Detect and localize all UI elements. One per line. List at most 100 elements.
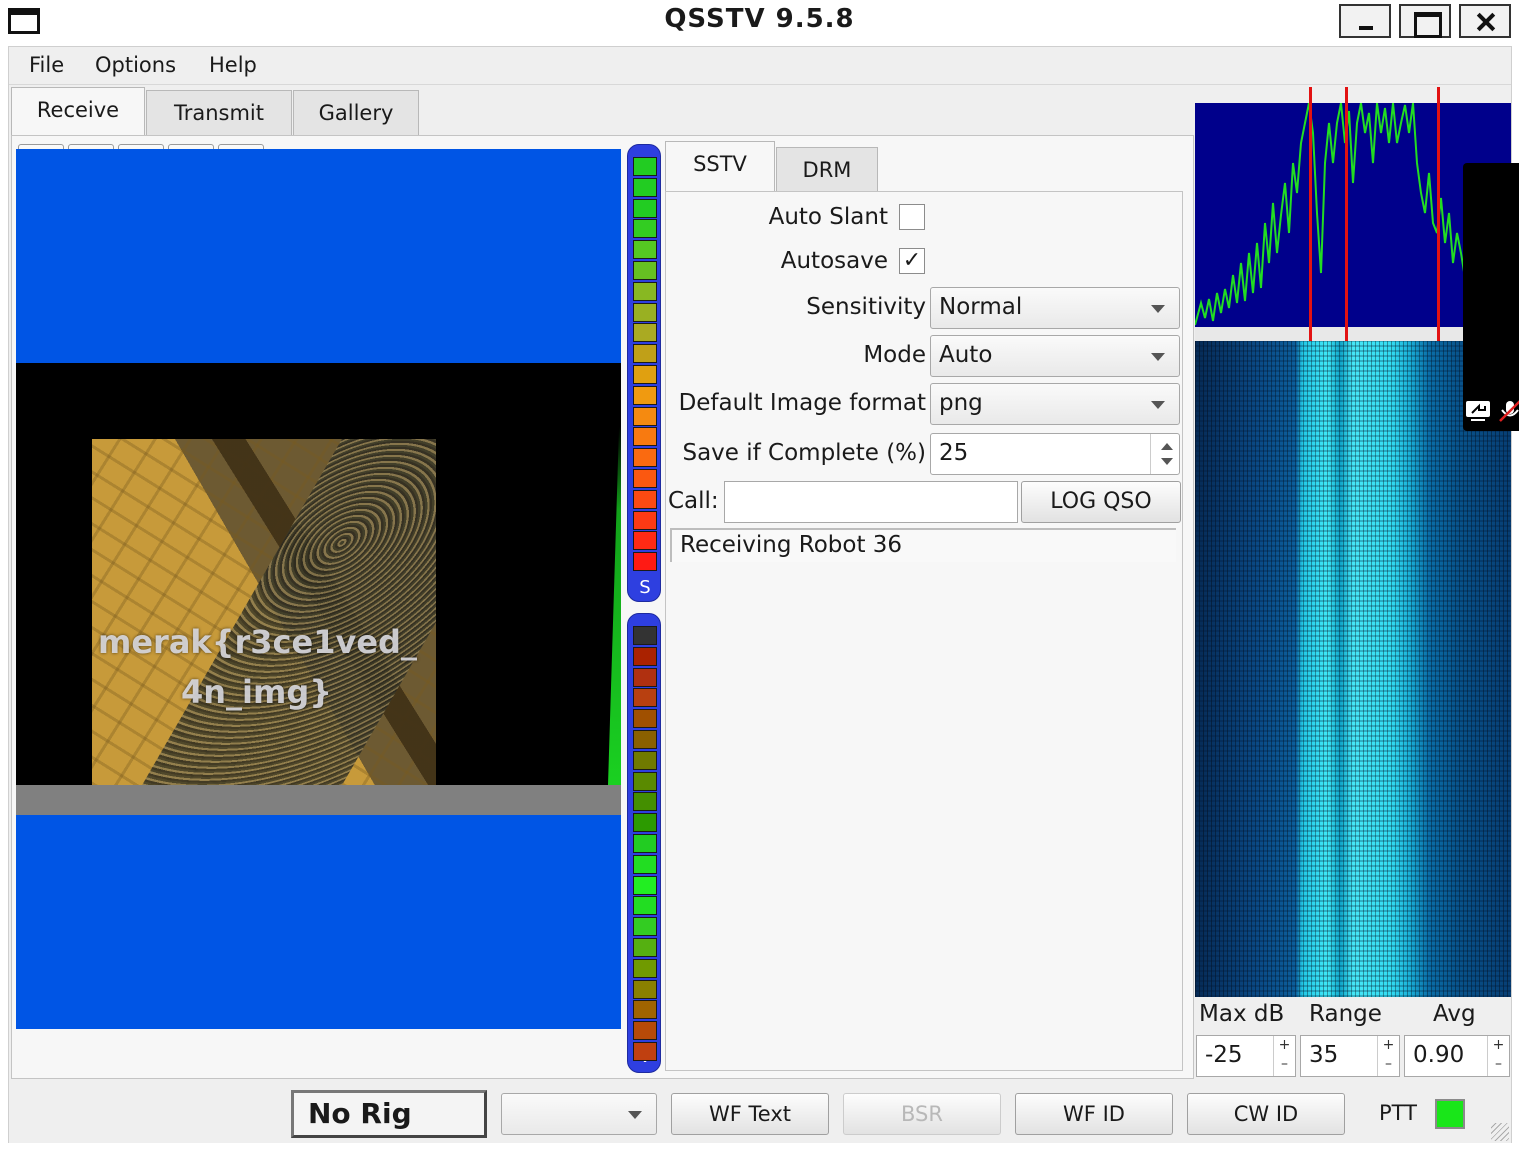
mode-select[interactable]: Auto — [930, 335, 1180, 377]
tab-gallery[interactable]: Gallery — [293, 90, 419, 135]
meter-segment — [633, 552, 657, 572]
meter-segment — [633, 323, 657, 343]
menu-help[interactable]: Help — [209, 53, 257, 77]
signal-meter: S — [627, 144, 661, 602]
app-window: File Options Help Receive Transmit Galle… — [8, 46, 1519, 1143]
spin-buttons[interactable]: + – — [1487, 1036, 1509, 1076]
resize-grip-icon[interactable] — [1491, 1123, 1509, 1141]
meter-segment — [633, 730, 657, 749]
bottom-select[interactable] — [501, 1093, 657, 1135]
auto-slant-label: Auto Slant — [768, 204, 888, 230]
image-text-line2: 4n_img} — [181, 673, 333, 711]
bsr-button[interactable]: BSR — [843, 1093, 1001, 1135]
sensitivity-select[interactable]: Normal — [930, 287, 1180, 329]
plus-icon[interactable]: + — [1274, 1036, 1295, 1055]
freq-marker-high[interactable] — [1437, 87, 1440, 341]
meter-segment — [633, 198, 657, 218]
log-qso-button[interactable]: LOG QSO — [1021, 481, 1181, 523]
range-value: 35 — [1309, 1042, 1339, 1068]
chevron-down-icon — [1151, 401, 1165, 409]
minus-icon[interactable]: – — [1488, 1055, 1509, 1074]
image-format-value: png — [939, 390, 983, 416]
spin-up-icon[interactable] — [1161, 443, 1173, 450]
menu-file[interactable]: File — [29, 53, 64, 77]
freq-marker-sync[interactable] — [1345, 87, 1348, 341]
meter-segment — [633, 834, 657, 853]
minimize-button[interactable] — [1339, 4, 1391, 38]
meter-segment — [633, 385, 657, 405]
meter-segment — [633, 406, 657, 426]
meter-segment — [633, 427, 657, 447]
meter-segment — [633, 813, 657, 833]
spin-down-icon[interactable] — [1161, 458, 1173, 465]
meter-segment — [633, 688, 657, 708]
meter-segment — [633, 177, 657, 197]
tab-receive[interactable]: Receive — [11, 87, 145, 135]
meter-segment — [633, 489, 657, 509]
call-label: Call: — [668, 488, 719, 514]
mic-muted-icon[interactable] — [1497, 399, 1519, 423]
auto-slant-checkbox[interactable] — [899, 204, 925, 230]
meter-segment — [633, 157, 657, 176]
avg-spinbox[interactable]: 0.90 + – — [1404, 1035, 1510, 1077]
meter-segment — [633, 896, 657, 916]
chevron-down-icon — [1151, 353, 1165, 361]
meter-segment — [633, 344, 657, 364]
menu-bar: File Options Help — [9, 47, 1511, 85]
waterfall-display[interactable] — [1195, 341, 1511, 997]
avg-value: 0.90 — [1413, 1042, 1465, 1068]
meter-segment — [633, 917, 657, 937]
image-photo — [92, 439, 436, 785]
ptt-label: PTT — [1379, 1101, 1417, 1125]
status-text: Receiving Robot 36 — [670, 528, 1176, 562]
meter-segment — [633, 1042, 657, 1061]
minus-icon[interactable]: – — [1378, 1055, 1399, 1074]
meter-segment — [633, 792, 657, 812]
ptt-indicator — [1435, 1099, 1465, 1129]
meter-segment — [633, 531, 657, 551]
meter-segment — [633, 281, 657, 301]
wf-text-button[interactable]: WF Text — [671, 1093, 829, 1135]
mode-value: Auto — [939, 342, 993, 368]
image-format-select[interactable]: png — [930, 383, 1180, 425]
meter-segment — [633, 365, 657, 384]
wf-id-button[interactable]: WF ID — [1015, 1093, 1173, 1135]
received-image: merak{r3ce1ved_ 4n_img} — [16, 149, 621, 1029]
autosave-checkbox[interactable]: ✓ — [899, 248, 925, 274]
tab-sstv[interactable]: SSTV — [665, 141, 775, 191]
minus-icon[interactable]: – — [1274, 1055, 1295, 1074]
meter-segment — [633, 938, 657, 957]
tab-transmit[interactable]: Transmit — [146, 90, 292, 135]
freq-marker-low[interactable] — [1309, 87, 1312, 341]
menu-options[interactable]: Options — [95, 53, 176, 77]
screen-share-overlay[interactable] — [1463, 163, 1519, 431]
avg-label: Avg — [1433, 1001, 1476, 1027]
spin-buttons[interactable]: + – — [1273, 1036, 1295, 1076]
autosave-label: Autosave — [780, 248, 888, 274]
plus-icon[interactable]: + — [1488, 1036, 1509, 1055]
meter-segment — [633, 240, 657, 260]
max-db-spinbox[interactable]: -25 + – — [1196, 1035, 1296, 1077]
save-complete-spinbox[interactable]: 25 — [930, 433, 1180, 475]
close-button[interactable] — [1459, 4, 1511, 38]
meter-segment — [633, 626, 657, 645]
share-screen-icon[interactable] — [1465, 399, 1491, 423]
signal-meter-label: S — [639, 577, 651, 598]
title-bar: QSSTV 9.5.8 — [0, 0, 1519, 44]
max-db-value: -25 — [1205, 1042, 1243, 1068]
cw-id-button[interactable]: CW ID — [1187, 1093, 1345, 1135]
spin-buttons[interactable]: + – — [1377, 1036, 1399, 1076]
mode-label: Mode — [863, 342, 926, 368]
image-text-line1: merak{r3ce1ved_ — [98, 623, 417, 661]
meter-segment — [633, 1000, 657, 1020]
tab-drm[interactable]: DRM — [776, 147, 878, 191]
max-db-label: Max dB — [1199, 1001, 1285, 1027]
sstv-settings-panel: Auto Slant Autosave ✓ Sensitivity Normal… — [665, 191, 1183, 1071]
call-input[interactable] — [724, 481, 1018, 523]
range-spinbox[interactable]: 35 + – — [1300, 1035, 1400, 1077]
meter-segment — [633, 854, 657, 874]
meter-segment — [633, 448, 657, 468]
plus-icon[interactable]: + — [1378, 1036, 1399, 1055]
meter-segment — [633, 667, 657, 687]
maximize-button[interactable] — [1399, 4, 1451, 38]
